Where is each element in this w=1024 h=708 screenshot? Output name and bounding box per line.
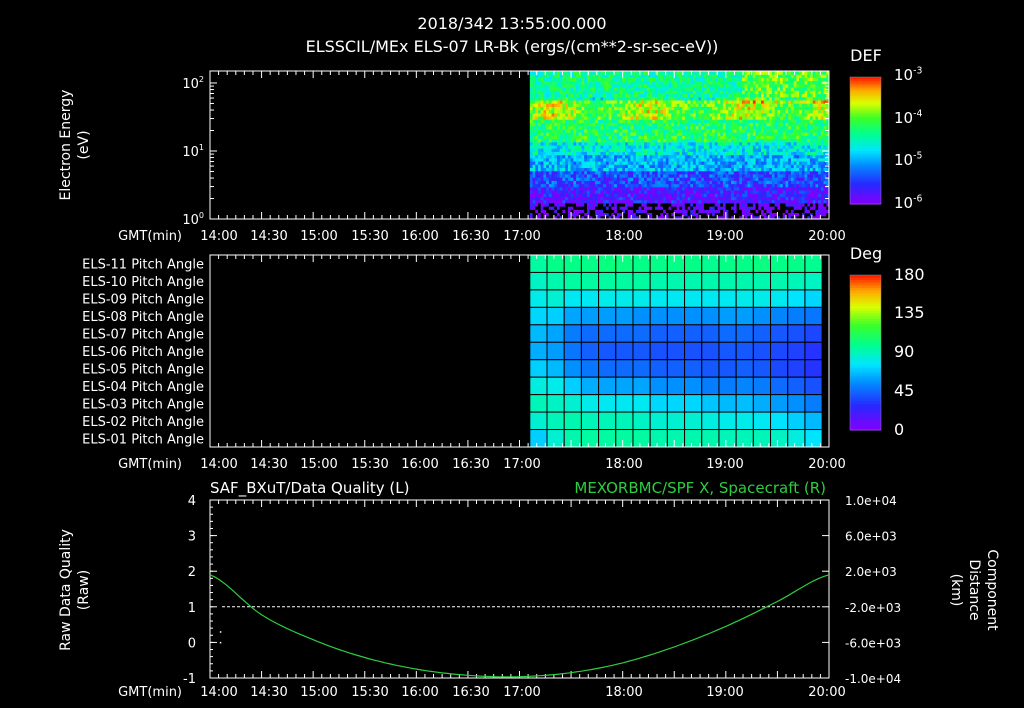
energy-spectrogram-panel: GMT(min) 14:00 14:30 15:00 15:30 16:00 16:30 17… [58, 46, 922, 244]
figure: 2018/342 13:55:00.000 ELSSCIL/MEx ELS-07… [58, 14, 1000, 700]
figure-product-title: ELSSCIL/MEx ELS-07 LR-Bk (ergs/(cm**2-sr… [306, 37, 719, 56]
figure-timestamp: 2018/342 13:55:00.000 [417, 14, 606, 33]
